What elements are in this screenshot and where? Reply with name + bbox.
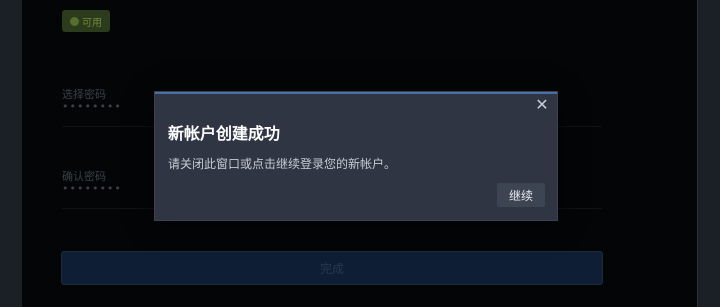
available-badge: 可用 <box>62 10 110 32</box>
close-icon[interactable]: ✕ <box>533 96 551 114</box>
submit-button[interactable]: 完成 <box>61 251 603 285</box>
available-badge-label: 可用 <box>82 17 102 29</box>
left-gutter <box>0 0 22 307</box>
page: 可用 选择密码 •••••••• 确认密码 •••••••• 完成 ✕ 新帐户创… <box>0 0 720 307</box>
success-dialog: ✕ 新帐户创建成功 请关闭此窗口或点击继续登录您的新帐户。 继续 <box>155 92 557 220</box>
check-icon <box>70 16 79 26</box>
continue-button[interactable]: 继续 <box>497 183 545 207</box>
dialog-title: 新帐户创建成功 <box>168 124 281 143</box>
right-gutter <box>698 0 720 307</box>
dialog-message: 请关闭此窗口或点击继续登录您的新帐户。 <box>168 157 397 171</box>
